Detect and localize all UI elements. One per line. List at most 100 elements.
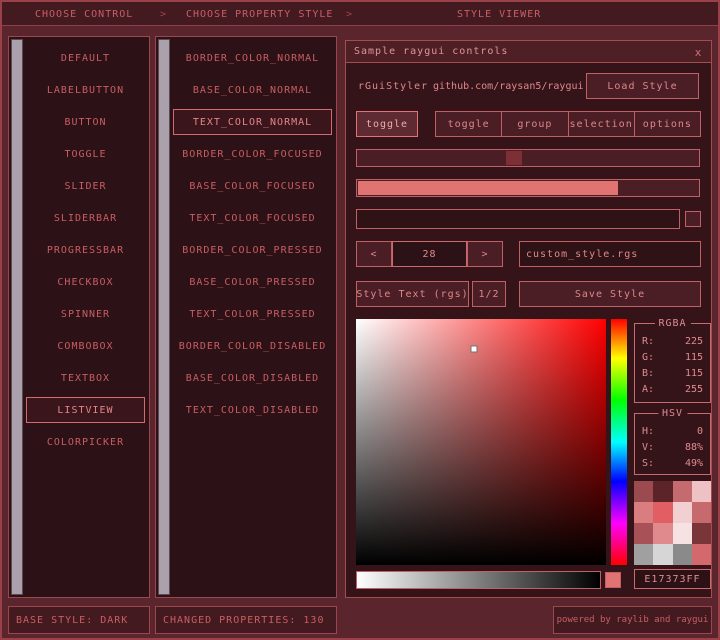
toggle-group-item-group[interactable]: group xyxy=(501,111,569,137)
properties-scrollbar[interactable] xyxy=(158,39,170,595)
palette-swatch[interactable] xyxy=(653,523,673,544)
hsv-h-line: H: 0 xyxy=(642,425,703,437)
slider-handle[interactable] xyxy=(506,151,523,165)
hex-color-textbox[interactable]: E17373FF xyxy=(634,569,711,589)
control-item-colorpicker[interactable]: COLORPICKER xyxy=(26,429,145,455)
hsv-groupbox: HSV H: 0 V: 88% S: 49% xyxy=(634,408,711,475)
value-gradient-bar[interactable] xyxy=(356,571,601,589)
filename-textbox[interactable]: custom_style.rgs xyxy=(519,241,701,267)
status-base-style: BASE STYLE: DARK xyxy=(8,606,150,634)
status-changed-properties: CHANGED PROPERTIES: 130 xyxy=(155,606,337,634)
chevron-right-icon: > xyxy=(160,9,167,20)
control-item-button[interactable]: BUTTON xyxy=(26,109,145,135)
hsv-v-line: V: 88% xyxy=(642,441,703,453)
property-item-text-color-pressed[interactable]: TEXT_COLOR_PRESSED xyxy=(173,301,332,327)
rgba-a-line: A: 255 xyxy=(642,383,703,395)
toggle-group-item-selection[interactable]: selection xyxy=(567,111,635,137)
chevron-right-icon: > xyxy=(346,9,353,20)
property-item-border-color-disabled[interactable]: BORDER_COLOR_DISABLED xyxy=(173,333,332,359)
progressbar-fill xyxy=(358,181,618,195)
app-name-label: rGuiStyler xyxy=(358,81,429,92)
hue-bar[interactable] xyxy=(611,319,627,565)
palette-swatch[interactable] xyxy=(634,502,654,523)
control-item-sliderbar[interactable]: SLIDERBAR xyxy=(26,205,145,231)
property-item-text-color-focused[interactable]: TEXT_COLOR_FOCUSED xyxy=(173,205,332,231)
control-item-progressbar[interactable]: PROGRESSBAR xyxy=(26,237,145,263)
controls-list: DEFAULT LABELBUTTON BUTTON TOGGLE SLIDER… xyxy=(26,45,145,461)
window-header: Sample raygui controls x xyxy=(346,41,711,63)
palette-swatch[interactable] xyxy=(634,544,654,565)
property-item-border-color-pressed[interactable]: BORDER_COLOR_PRESSED xyxy=(173,237,332,263)
selected-color-preview xyxy=(605,572,621,588)
rgba-b-line: B: 115 xyxy=(642,367,703,379)
properties-list-panel: BORDER_COLOR_NORMAL BASE_COLOR_NORMAL TE… xyxy=(155,36,337,598)
control-item-labelbutton[interactable]: LABELBUTTON xyxy=(26,77,145,103)
color-picker-cursor xyxy=(470,345,477,353)
control-item-textbox[interactable]: TEXTBOX xyxy=(26,365,145,391)
control-item-listview[interactable]: LISTVIEW xyxy=(26,397,145,423)
property-item-border-color-normal[interactable]: BORDER_COLOR_NORMAL xyxy=(173,45,332,71)
palette-swatch[interactable] xyxy=(672,544,692,565)
control-item-checkbox[interactable]: CHECKBOX xyxy=(26,269,145,295)
color-palette-grid xyxy=(634,481,711,565)
property-item-text-color-normal[interactable]: TEXT_COLOR_NORMAL xyxy=(173,109,332,135)
palette-swatch[interactable] xyxy=(672,523,692,544)
toggle-group-item-toggle[interactable]: toggle xyxy=(435,111,503,137)
toggle-button[interactable]: toggle xyxy=(356,111,418,137)
hsv-s-line: S: 49% xyxy=(642,457,703,469)
scrollbar-thumb[interactable] xyxy=(159,40,169,594)
close-icon[interactable]: x xyxy=(690,44,706,60)
property-item-base-color-disabled[interactable]: BASE_COLOR_DISABLED xyxy=(173,365,332,391)
toggle-group-item-options[interactable]: options xyxy=(633,111,701,137)
control-item-default[interactable]: DEFAULT xyxy=(26,45,145,71)
window-title: Sample raygui controls xyxy=(354,46,509,57)
property-item-border-color-focused[interactable]: BORDER_COLOR_FOCUSED xyxy=(173,141,332,167)
palette-swatch[interactable] xyxy=(672,481,692,502)
palette-swatch[interactable] xyxy=(653,544,673,565)
rgba-groupbox: RGBA R: 225 G: 115 B: 115 A: 255 xyxy=(634,318,711,403)
property-item-base-color-normal[interactable]: BASE_COLOR_NORMAL xyxy=(173,77,332,103)
property-item-base-color-pressed[interactable]: BASE_COLOR_PRESSED xyxy=(173,269,332,295)
palette-swatch[interactable] xyxy=(634,523,654,544)
topbar: CHOOSE CONTROL > CHOOSE PROPERTY STYLE >… xyxy=(2,2,718,26)
status-powered-by: powered by raylib and raygui xyxy=(553,606,712,634)
progressbar xyxy=(356,179,700,197)
property-item-text-color-disabled[interactable]: TEXT_COLOR_DISABLED xyxy=(173,397,332,423)
save-style-button[interactable]: Save Style xyxy=(519,281,701,307)
toggle-group: toggle group selection options xyxy=(435,111,701,137)
palette-swatch[interactable] xyxy=(672,502,692,523)
spinner-decrement-button[interactable]: < xyxy=(356,241,392,267)
palette-swatch[interactable] xyxy=(634,481,654,502)
palette-swatch[interactable] xyxy=(653,481,673,502)
controls-scrollbar[interactable] xyxy=(11,39,23,595)
slider[interactable] xyxy=(356,149,700,167)
repo-link[interactable]: github.com/raysan5/raygui xyxy=(433,81,584,92)
control-item-combobox[interactable]: COMBOBOX xyxy=(26,333,145,359)
load-style-button[interactable]: Load Style xyxy=(586,73,699,99)
property-item-base-color-focused[interactable]: BASE_COLOR_FOCUSED xyxy=(173,173,332,199)
palette-swatch[interactable] xyxy=(691,481,711,502)
sample-controls-window: Sample raygui controls x rGuiStyler gith… xyxy=(345,40,712,598)
choose-control-header: CHOOSE CONTROL xyxy=(35,9,134,20)
hsv-title: HSV xyxy=(657,408,688,419)
rgba-g-line: G: 115 xyxy=(642,351,703,363)
combo-style-text-button[interactable]: Style Text (rgs) xyxy=(356,281,469,307)
style-viewer-header: STYLE VIEWER xyxy=(457,9,542,20)
scrollbar-thumb[interactable] xyxy=(12,40,22,594)
control-item-slider[interactable]: SLIDER xyxy=(26,173,145,199)
palette-swatch[interactable] xyxy=(653,502,673,523)
spinner-value-box[interactable]: 28 xyxy=(392,241,467,267)
rgba-title: RGBA xyxy=(654,318,691,329)
properties-list: BORDER_COLOR_NORMAL BASE_COLOR_NORMAL TE… xyxy=(173,45,332,429)
spinner-increment-button[interactable]: > xyxy=(467,241,503,267)
choose-property-header: CHOOSE PROPERTY STYLE xyxy=(186,9,334,20)
palette-swatch[interactable] xyxy=(691,502,711,523)
sample-textbox[interactable] xyxy=(356,209,680,229)
textbox-side-button[interactable] xyxy=(685,211,701,227)
control-item-spinner[interactable]: SPINNER xyxy=(26,301,145,327)
control-item-toggle[interactable]: TOGGLE xyxy=(26,141,145,167)
palette-swatch[interactable] xyxy=(691,544,711,565)
combo-count-box[interactable]: 1/2 xyxy=(472,281,506,307)
palette-swatch[interactable] xyxy=(691,523,711,544)
color-picker-gradient[interactable] xyxy=(356,319,606,565)
